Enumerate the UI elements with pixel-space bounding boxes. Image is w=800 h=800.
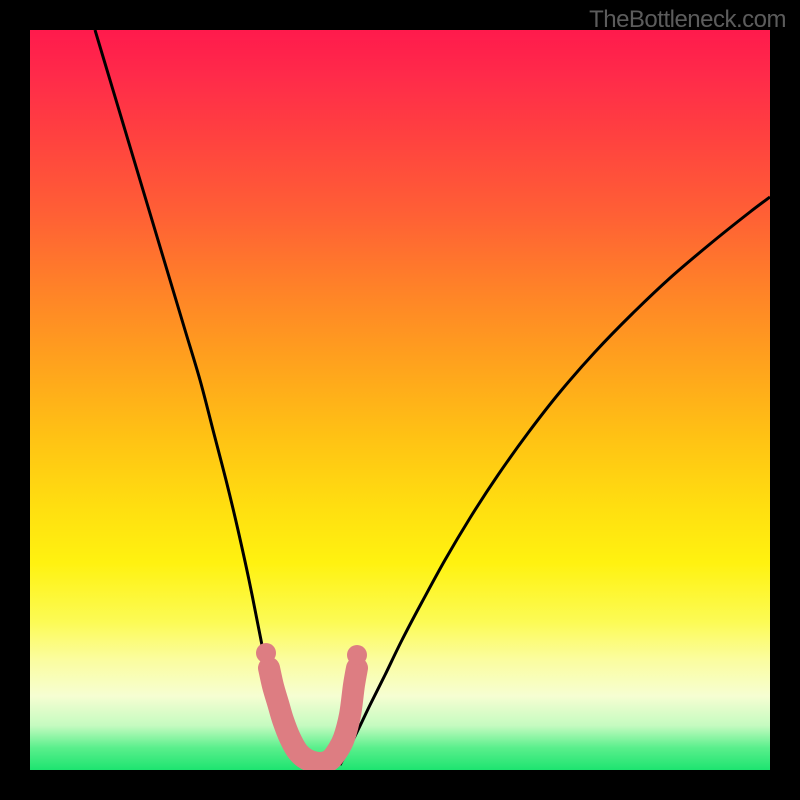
dot-2 [347,645,367,665]
dot-1 [260,660,280,680]
plot-area [30,30,770,770]
series-pink-segment [269,668,357,763]
chart-frame: TheBottleneck.com [0,0,800,800]
dot-0 [256,643,276,663]
curve-layer [30,30,770,770]
series-right-curve [340,197,770,765]
watermark-label: TheBottleneck.com [589,6,786,34]
